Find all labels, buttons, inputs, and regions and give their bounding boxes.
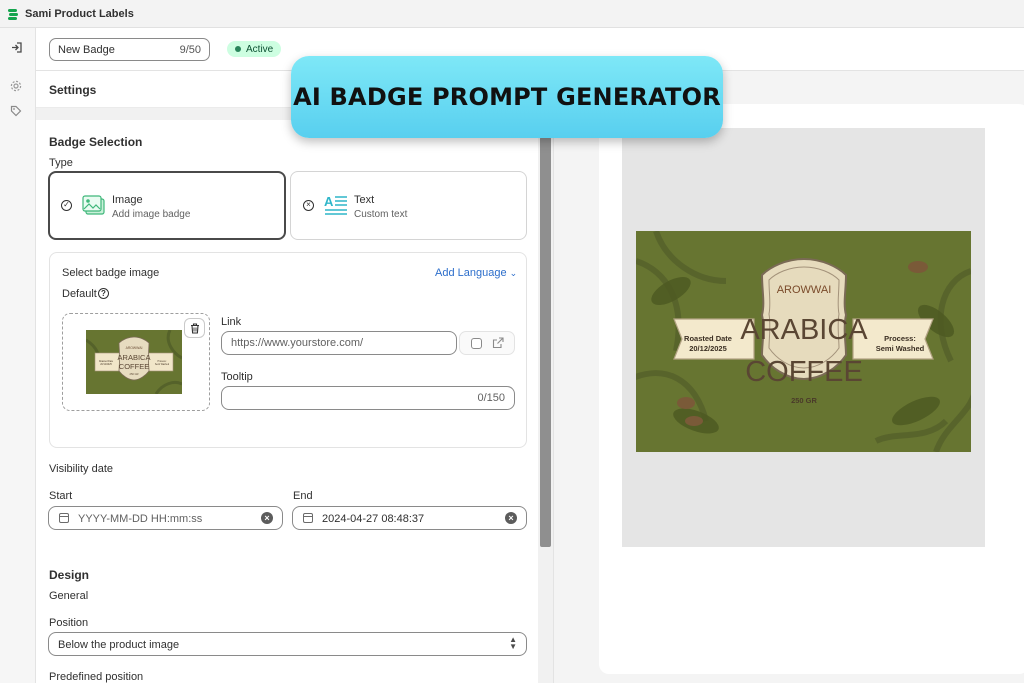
tooltip-label: Tooltip	[221, 371, 253, 383]
type-option-image[interactable]: ✓ Image Add image badge	[48, 171, 286, 240]
badge-left-tag-value: 20/12/2025	[689, 344, 727, 353]
tooltip-char-count: 0/150	[477, 392, 505, 404]
badge-right-tag-title: Process:	[884, 334, 916, 343]
start-label: Start	[49, 490, 73, 502]
exit-icon[interactable]	[9, 41, 23, 55]
badge-image-box: Select badge image Add Language ⌄ Defaul…	[49, 252, 527, 448]
svg-text:A: A	[324, 194, 334, 209]
badge-selection-title: Badge Selection	[49, 135, 143, 149]
delete-image-button[interactable]	[184, 318, 205, 338]
settings-title: Settings	[49, 83, 97, 97]
thumb-line1-text: ARABICA	[118, 353, 151, 362]
position-select[interactable]: Below the product image ▲ ▼	[48, 632, 527, 656]
app-title: Sami Product Labels	[25, 7, 134, 20]
link-input[interactable]: https://www.yourstore.com/	[221, 331, 457, 355]
end-date-value: 2024-04-27 08:48:37	[322, 513, 425, 525]
thumb-line2-text: COFFEE	[119, 362, 149, 371]
badge-line2-text: COFFEE	[745, 356, 863, 388]
badge-name-input[interactable]: New Badge 9/50	[49, 38, 210, 61]
preview-panel: AROWWAI ARABICA COFFEE 250 GR Roasted Da…	[553, 71, 1024, 683]
status-badge-label: Active	[246, 43, 274, 55]
start-date-input[interactable]: YYYY-MM-DD HH:mm:ss ×	[48, 506, 283, 530]
badge-brand-text: AROWWAI	[777, 284, 832, 296]
help-icon[interactable]: ?	[98, 288, 109, 299]
type-label: Type	[49, 157, 73, 169]
app-logo-icon	[8, 8, 18, 20]
thumb-right-tag-value: Semi Washed	[155, 364, 170, 366]
tooltip-input[interactable]: 0/150	[221, 386, 515, 410]
badge-image-dropzone[interactable]: AROWWAI ARABICA COFFEE 250 GR Roasted Da…	[62, 313, 210, 411]
badge-right-tag-value: Semi Washed	[876, 344, 925, 353]
trash-icon	[190, 322, 199, 334]
product-image-preview: AROWWAI ARABICA COFFEE 250 GR Roasted Da…	[622, 128, 985, 547]
select-badge-image-label: Select badge image	[62, 267, 160, 279]
start-date-placeholder: YYYY-MM-DD HH:mm:ss	[78, 513, 203, 525]
predefined-position-label: Predefined position	[49, 671, 144, 683]
external-link-icon[interactable]	[492, 337, 504, 349]
clear-start-date-icon[interactable]: ×	[261, 512, 273, 524]
badge-name-char-count: 9/50	[179, 43, 201, 56]
design-title: Design	[49, 568, 90, 582]
type-option-text[interactable]: × A Text Custom text	[290, 171, 527, 240]
position-label: Position	[49, 617, 89, 629]
app-topbar: Sami Product Labels	[0, 0, 1024, 28]
left-rail	[0, 28, 36, 683]
clear-end-date-icon[interactable]: ×	[505, 512, 517, 524]
type-option-image-subtitle: Add image badge	[112, 209, 191, 220]
end-label: End	[293, 490, 313, 502]
open-new-tab-checkbox[interactable]	[471, 338, 482, 349]
badge-name-value: New Badge	[58, 43, 115, 56]
chevron-down-icon: ⌄	[509, 268, 518, 278]
status-badge: Active	[227, 41, 282, 57]
settings-scrollbar[interactable]	[540, 137, 551, 547]
status-dot-icon	[235, 46, 241, 52]
settings-panel: Settings Badge Selection Type ✓ Image Ad…	[36, 71, 553, 683]
gear-icon[interactable]	[9, 80, 23, 94]
badge-preview-image: AROWWAI ARABICA COFFEE 250 GR Roasted Da…	[636, 231, 971, 452]
type-option-text-subtitle: Custom text	[354, 209, 408, 220]
type-option-image-title: Image	[112, 194, 143, 206]
link-input-placeholder: https://www.yourstore.com/	[231, 337, 364, 349]
thumb-weight-text: 250 GR	[130, 372, 139, 376]
thumb-left-tag-title: Roasted Date	[99, 360, 114, 363]
badge-left-tag-title: Roasted Date	[684, 334, 732, 343]
image-icon	[82, 195, 106, 217]
unselected-x-icon: ×	[303, 200, 314, 211]
preview-card: AROWWAI ARABICA COFFEE 250 GR Roasted Da…	[599, 104, 1024, 674]
promo-banner-text: AI BADGE PROMPT GENERATOR	[293, 83, 721, 111]
default-label: Default	[62, 288, 97, 300]
thumb-left-tag-value: 20/12/2025	[100, 364, 112, 366]
end-date-input[interactable]: 2024-04-27 08:48:37 ×	[292, 506, 527, 530]
position-select-value: Below the product image	[58, 639, 180, 651]
badge-line1-text: ARABICA	[740, 314, 868, 346]
add-language-link[interactable]: Add Language ⌄	[435, 267, 517, 279]
type-option-text-title: Text	[354, 194, 375, 206]
thumb-right-tag-title: Process:	[158, 360, 167, 363]
link-options	[459, 331, 515, 355]
tag-icon[interactable]	[9, 105, 23, 119]
link-label: Link	[221, 316, 242, 328]
general-label: General	[49, 590, 89, 602]
badge-weight-text: 250 GR	[791, 396, 817, 405]
promo-banner: AI BADGE PROMPT GENERATOR	[291, 56, 723, 138]
selected-check-icon: ✓	[61, 200, 72, 211]
design-card: Design General Position Predefined posit…	[36, 554, 538, 683]
calendar-icon	[303, 513, 313, 523]
calendar-icon	[59, 513, 69, 523]
text-icon: A	[324, 194, 348, 216]
add-language-label: Add Language	[435, 267, 507, 279]
select-chevron-icon: ▲ ▼	[509, 635, 517, 651]
thumb-brand-text: AROWWAI	[126, 346, 143, 350]
visibility-date-title: Visibility date	[49, 463, 113, 475]
badge-thumbnail: AROWWAI ARABICA COFFEE 250 GR Roasted Da…	[86, 330, 182, 394]
